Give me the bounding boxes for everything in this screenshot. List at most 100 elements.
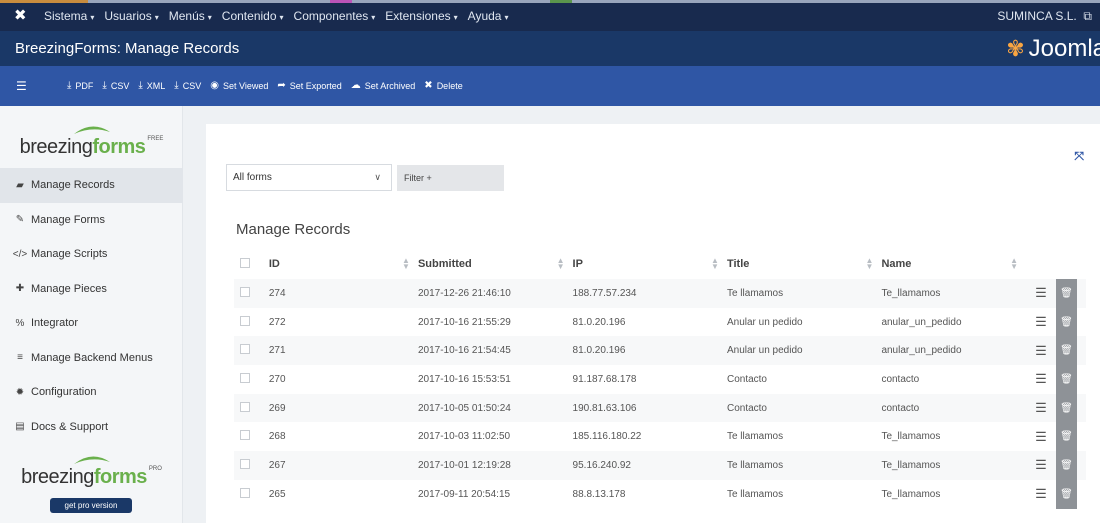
system-menu-label: Componentes (293, 9, 369, 23)
details-list-icon[interactable]: ☰ (1026, 371, 1056, 387)
table-row[interactable]: 265 2017-09-11 20:54:15 88.8.13.178 Te llam… (234, 479, 1086, 509)
toolbar-button-csv[interactable]: ⤓ CSV (174, 80, 201, 91)
column-header-name[interactable]: Name ▲ ▼ (881, 249, 1026, 279)
sidebar-item-integrator[interactable]: % Integrator (0, 306, 183, 341)
site-name[interactable]: SUMINCA S.L. (997, 9, 1076, 23)
select-all-checkbox[interactable] (240, 257, 250, 268)
trash-icon[interactable]: 🗑 (1056, 336, 1077, 366)
row-checkbox[interactable] (240, 401, 250, 412)
row-checkbox[interactable] (240, 286, 250, 297)
sidebar-item-manage-backend-menus[interactable]: ≡ Manage Backend Menus (0, 341, 183, 376)
toolbar-button-set-exported[interactable]: ➦ Set Exported (277, 80, 341, 91)
row-checkbox[interactable] (240, 430, 250, 441)
toolbar-button-pdf[interactable]: ⤓ PDF (67, 80, 93, 91)
trash-icon[interactable]: 🗑 (1056, 393, 1077, 423)
toolbar-button-set-viewed[interactable]: ◉ Set Viewed (210, 80, 268, 91)
pro-tag: PRO (148, 466, 162, 472)
table-row[interactable]: 268 2017-10-03 11:02:50 185.116.180.22 Te l… (234, 422, 1086, 452)
row-actions: ☰ 🗑 (1026, 307, 1086, 337)
toolbar-button-label: CSV (110, 80, 130, 91)
download-icon: ⤓ (67, 80, 72, 91)
download-icon: ⤓ (174, 80, 179, 91)
table-row[interactable]: 271 2017-10-16 21:54:45 81.0.20.196 Anular … (234, 336, 1086, 366)
details-list-icon[interactable]: ☰ (1026, 400, 1056, 416)
trash-icon[interactable]: 🗑 (1056, 479, 1077, 509)
row-checkbox[interactable] (240, 315, 250, 326)
system-menu-item[interactable]: Componentes ▾ (294, 9, 376, 23)
details-list-icon[interactable]: ☰ (1026, 285, 1056, 301)
table-row[interactable]: 274 2017-12-26 21:46:10 188.77.57.234 Te ll… (234, 279, 1086, 308)
column-header-id[interactable]: ID ▲ ▼ (269, 249, 418, 279)
row-checkbox[interactable] (240, 372, 250, 383)
select-all-cell (234, 249, 269, 279)
row-checkbox[interactable] (240, 458, 250, 469)
chevron-down-icon: ∨ (374, 172, 381, 182)
cell-submitted: 2017-09-11 20:54:15 (417, 488, 511, 500)
trash-icon[interactable]: 🗑 (1056, 365, 1077, 394)
sidebar-item-manage-forms[interactable]: ✎ Manage Forms (0, 203, 183, 238)
sort-icon[interactable]: ▲ ▼ (711, 257, 719, 271)
puzzle-icon: ✚ (15, 283, 25, 295)
trash-icon[interactable]: 🗑 (1056, 307, 1077, 337)
fullscreen-icon[interactable]: ⤧ (1074, 149, 1084, 164)
records-table: ID ▲ ▼ Submitted ▲ ▼ IP ▲ ▼ Title ▲ ▼ Name ▲ ▼ 274… (234, 249, 1086, 509)
system-menu-item[interactable]: Extensiones ▾ (385, 9, 457, 23)
share-icon: ➦ (277, 80, 286, 91)
toolbar-button-csv[interactable]: ⤓ CSV (102, 80, 129, 91)
column-header-submitted[interactable]: Submitted ▲ ▼ (418, 249, 573, 279)
sort-icon[interactable]: ▲ ▼ (866, 257, 874, 271)
sidebar-item-configuration[interactable]: ✹ Configuration (0, 375, 183, 410)
sort-icon[interactable]: ▲ ▼ (402, 257, 410, 271)
get-pro-version-button[interactable]: get pro version (50, 498, 132, 513)
cell-submitted: 2017-10-03 11:02:50 (417, 431, 511, 443)
cell-title: Contacto (726, 373, 767, 385)
toolbar-button-set-archived[interactable]: ☁ Set Archived (351, 80, 416, 91)
cell-id: 268 (268, 431, 286, 443)
column-header-title[interactable]: Title ▲ ▼ (727, 249, 881, 279)
column-header-actions (1026, 249, 1086, 279)
sidebar-item-manage-records[interactable]: ▰ Manage Records (0, 168, 183, 203)
logo-word-b: forms (92, 136, 146, 158)
filter-button[interactable]: Filter + (397, 165, 504, 191)
trash-icon[interactable]: 🗑 (1056, 422, 1077, 452)
trash-icon[interactable]: 🗑 (1056, 451, 1077, 480)
row-checkbox-cell (234, 308, 269, 337)
sort-icon[interactable]: ▲ ▼ (557, 257, 565, 271)
details-list-icon[interactable]: ☰ (1026, 457, 1056, 473)
system-menu-item[interactable]: Sistema ▾ (44, 9, 94, 23)
row-checkbox[interactable] (240, 344, 250, 355)
details-list-icon[interactable]: ☰ (1026, 429, 1056, 445)
logo-word-a: breezing (21, 466, 94, 488)
row-checkbox[interactable] (240, 487, 250, 498)
site-link[interactable]: SUMINCA S.L. ⧉ (997, 9, 1092, 24)
sidebar-item-manage-scripts[interactable]: </> Manage Scripts (0, 237, 183, 272)
sidebar-item-manage-pieces[interactable]: ✚ Manage Pieces (0, 272, 183, 307)
joomla-logo-icon: ✾ (1006, 36, 1025, 61)
sort-icon[interactable]: ▲ ▼ (1010, 257, 1018, 271)
trash-icon[interactable]: 🗑 (1056, 279, 1077, 308)
cell-submitted: 2017-12-26 21:46:10 (417, 287, 511, 299)
details-list-icon[interactable]: ☰ (1026, 486, 1056, 502)
hamburger-menu-icon[interactable]: ☰ (16, 79, 27, 93)
cell-name: Te_llamamos (881, 431, 941, 443)
system-menu-label: Usuarios (104, 9, 152, 23)
system-menu-item[interactable]: Menús ▾ (169, 9, 212, 23)
system-menu-item[interactable]: Usuarios ▾ (104, 9, 158, 23)
caret-down-icon: ▾ (279, 13, 284, 22)
details-list-icon[interactable]: ☰ (1026, 314, 1056, 330)
folder-open-icon: ▰ (16, 179, 24, 191)
table-row[interactable]: 267 2017-10-01 12:19:28 95.16.240.92 Te lla… (234, 451, 1086, 480)
toolbar-button-delete[interactable]: ✖ Delete (424, 80, 462, 91)
form-select[interactable]: All forms ∨ (226, 164, 392, 191)
joomla-icon[interactable]: ✖ (14, 8, 27, 24)
system-menu-item[interactable]: Contenido ▾ (222, 9, 284, 23)
table-row[interactable]: 270 2017-10-16 15:53:51 91.187.68.178 Conta… (234, 365, 1086, 394)
details-list-icon[interactable]: ☰ (1026, 343, 1056, 359)
toolbar-button-xml[interactable]: ⤓ XML (138, 80, 165, 91)
sidebar-item-docs-support[interactable]: ▤ Docs & Support (0, 410, 183, 445)
system-menu-item[interactable]: Ayuda ▾ (468, 9, 509, 23)
table-row[interactable]: 269 2017-10-05 01:50:24 190.81.63.106 Conta… (234, 393, 1086, 423)
table-row[interactable]: 272 2017-10-16 21:55:29 81.0.20.196 Anular … (234, 307, 1086, 337)
column-header-ip[interactable]: IP ▲ ▼ (573, 249, 727, 279)
cell-title: Anular un pedido (726, 345, 803, 357)
